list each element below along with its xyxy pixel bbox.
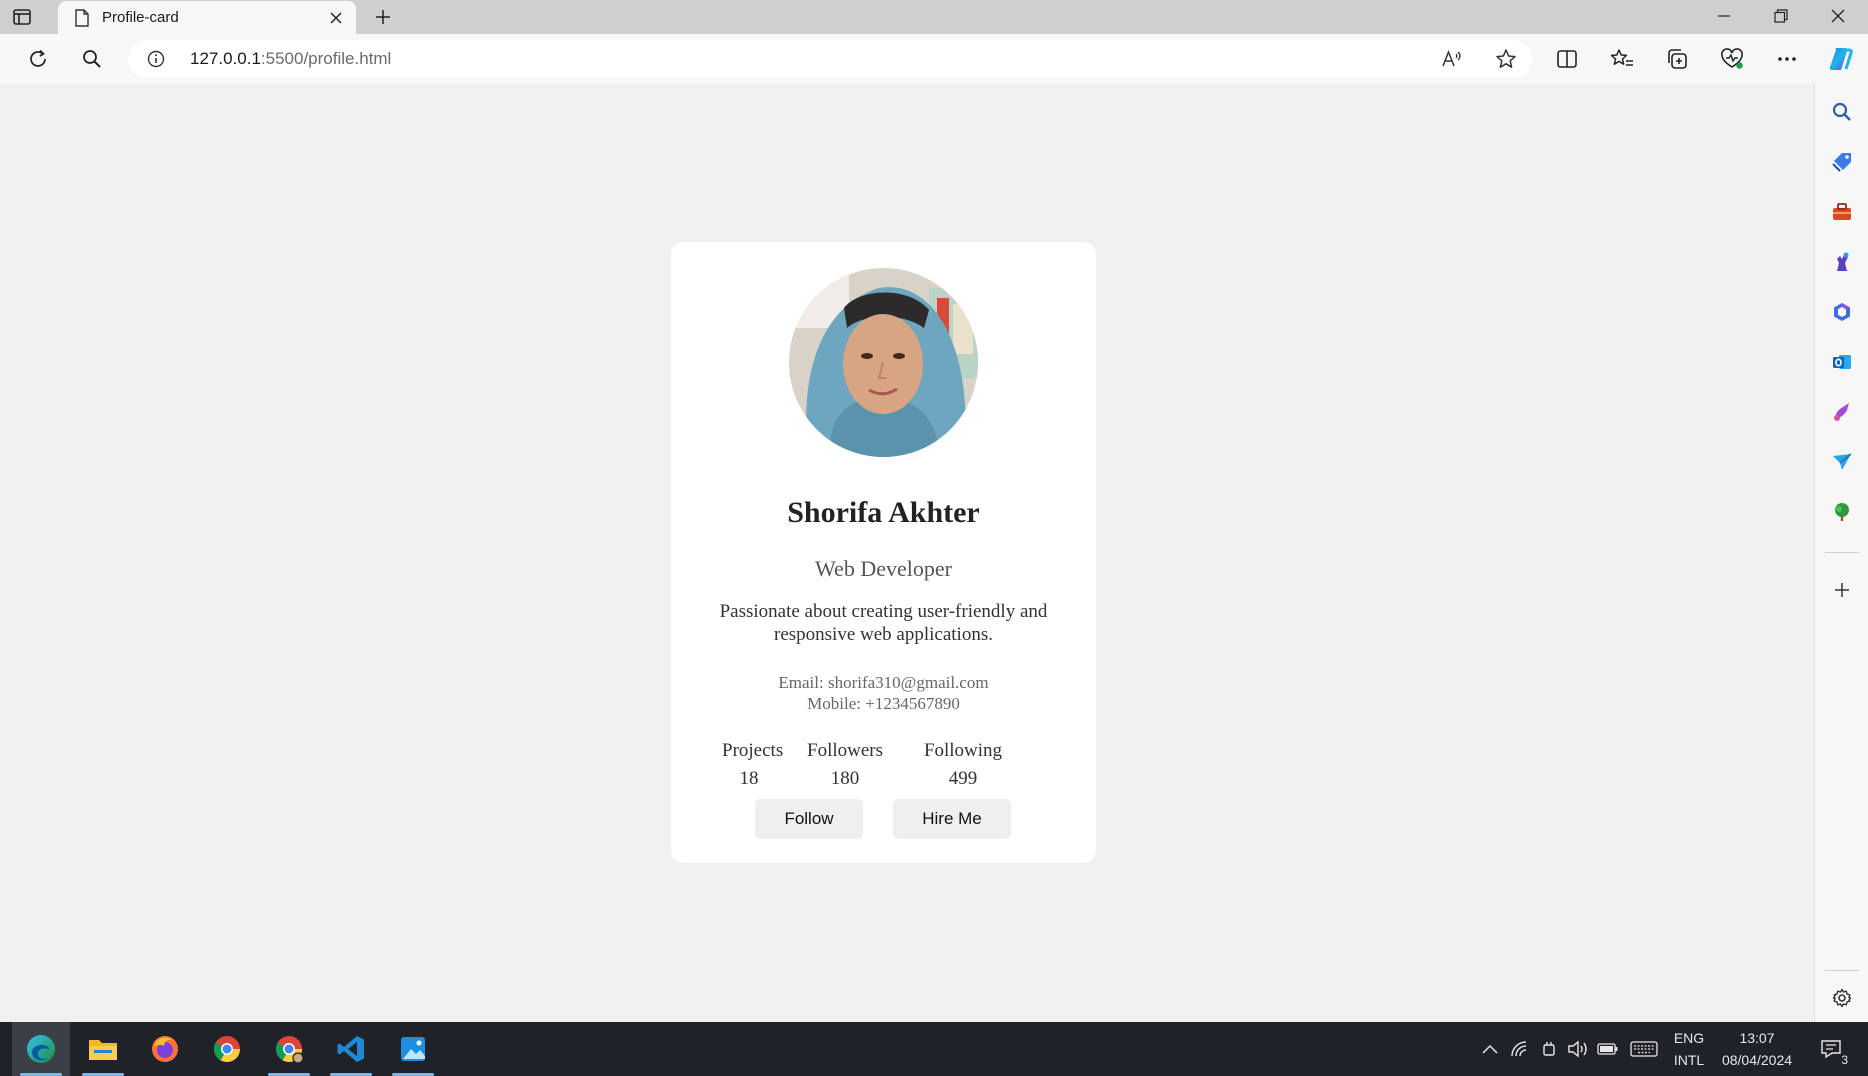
address-bar[interactable]: 127.0.0.1:5500/profile.html	[128, 40, 1532, 78]
stat-label: Followers	[807, 740, 883, 761]
network-icon[interactable]	[1507, 1037, 1533, 1061]
clock-time: 13:07	[1739, 1030, 1775, 1046]
profile-mobile: Mobile: +1234567890	[807, 694, 960, 713]
show-hidden-icons-chevron-icon[interactable]	[1477, 1037, 1503, 1061]
stat-value: 499	[948, 768, 978, 789]
close-window-icon[interactable]	[1810, 0, 1866, 32]
sidebar-search-icon[interactable]	[1826, 96, 1858, 128]
search-icon[interactable]	[74, 42, 110, 76]
minimize-icon[interactable]	[1696, 0, 1752, 32]
input-language-indicator[interactable]: ENG INTL	[1668, 1027, 1710, 1071]
stat-label: Projects	[722, 740, 784, 761]
site-info-icon[interactable]	[146, 49, 166, 69]
stat-following: Following 499	[918, 740, 1008, 790]
touch-keyboard-icon[interactable]	[1629, 1037, 1659, 1061]
browser-essentials-icon[interactable]	[1714, 42, 1750, 76]
profile-avatar	[789, 268, 978, 457]
profile-role: Web Developer	[815, 556, 952, 581]
add-sidebar-app-icon[interactable]	[1826, 574, 1858, 606]
tools-briefcase-icon[interactable]	[1826, 196, 1858, 228]
clock-date: 08/04/2024	[1721, 1052, 1793, 1068]
stat-value: 180	[830, 768, 860, 789]
file-explorer-icon[interactable]	[74, 1022, 132, 1076]
follow-button[interactable]: Follow	[755, 799, 863, 839]
outlook-icon[interactable]	[1826, 346, 1858, 378]
chrome-profile-icon[interactable]	[260, 1022, 318, 1076]
sidebar-settings-gear-icon[interactable]	[1826, 982, 1858, 1014]
hire-me-button[interactable]: Hire Me	[893, 799, 1011, 839]
vscode-icon[interactable]	[322, 1022, 380, 1076]
designer-icon[interactable]	[1826, 396, 1858, 428]
device-icon[interactable]	[1536, 1037, 1562, 1061]
profile-contact: Email: shorifa310@gmail.com Mobile: +123…	[671, 672, 1096, 714]
tab-title: Profile-card	[102, 9, 179, 26]
profile-email: Email: shorifa310@gmail.com	[778, 673, 989, 692]
browser-toolbar: 127.0.0.1:5500/profile.html	[0, 34, 1868, 84]
tab-actions-icon[interactable]	[8, 4, 36, 30]
url-text[interactable]: 127.0.0.1:5500/profile.html	[190, 49, 391, 69]
tab-profile-card[interactable]: Profile-card	[58, 1, 356, 34]
shopping-tag-icon[interactable]	[1826, 146, 1858, 178]
page-viewport: Shorifa Akhter Web Developer Passionate …	[0, 84, 1814, 1022]
volume-icon[interactable]	[1565, 1037, 1591, 1061]
keyboard-layout: INTL	[1673, 1052, 1705, 1068]
favorite-star-icon[interactable]	[1490, 43, 1522, 75]
notifications-icon[interactable]: 3	[1814, 1037, 1848, 1067]
page-icon	[72, 8, 92, 28]
microsoft365-icon[interactable]	[1826, 296, 1858, 328]
profile-bio: Passionate about creating user-friendly …	[719, 601, 1048, 645]
clock[interactable]: 13:07 08/04/2024	[1712, 1027, 1802, 1071]
stat-label: Following	[923, 740, 1003, 761]
edge-taskbar-icon[interactable]	[12, 1022, 70, 1076]
profile-name: Shorifa Akhter	[787, 496, 980, 529]
new-tab-icon[interactable]	[368, 3, 398, 31]
copilot-icon[interactable]	[1822, 42, 1858, 76]
chrome-icon[interactable]	[198, 1022, 256, 1076]
url-path: :5500/profile.html	[260, 49, 392, 68]
restore-icon[interactable]	[1753, 0, 1809, 32]
stat-value: 18	[739, 768, 759, 789]
tree-icon[interactable]	[1826, 496, 1858, 528]
close-tab-icon[interactable]	[322, 4, 350, 32]
stat-projects: Projects 18	[722, 740, 784, 790]
games-chess-icon[interactable]	[1826, 246, 1858, 278]
windows-taskbar: ENG INTL 13:07 08/04/2024 3	[0, 1022, 1868, 1076]
firefox-icon[interactable]	[136, 1022, 194, 1076]
stat-followers: Followers 180	[805, 740, 885, 790]
notification-count: 3	[1841, 1053, 1848, 1067]
url-host: 127.0.0.1	[190, 49, 261, 68]
language-code: ENG	[1673, 1030, 1705, 1046]
title-bar: Profile-card	[0, 0, 1868, 34]
photos-icon[interactable]	[384, 1022, 442, 1076]
sidebar-divider	[1825, 552, 1859, 553]
more-options-icon[interactable]	[1769, 42, 1805, 76]
battery-icon[interactable]	[1595, 1037, 1621, 1061]
send-icon[interactable]	[1826, 446, 1858, 478]
favorites-icon[interactable]	[1604, 42, 1640, 76]
sidebar-divider	[1825, 970, 1859, 971]
edge-sidebar	[1814, 84, 1868, 1022]
read-aloud-icon[interactable]	[1436, 43, 1468, 75]
refresh-icon[interactable]	[20, 42, 56, 76]
collections-icon[interactable]	[1659, 42, 1695, 76]
profile-card: Shorifa Akhter Web Developer Passionate …	[671, 242, 1096, 863]
split-screen-icon[interactable]	[1549, 42, 1585, 76]
